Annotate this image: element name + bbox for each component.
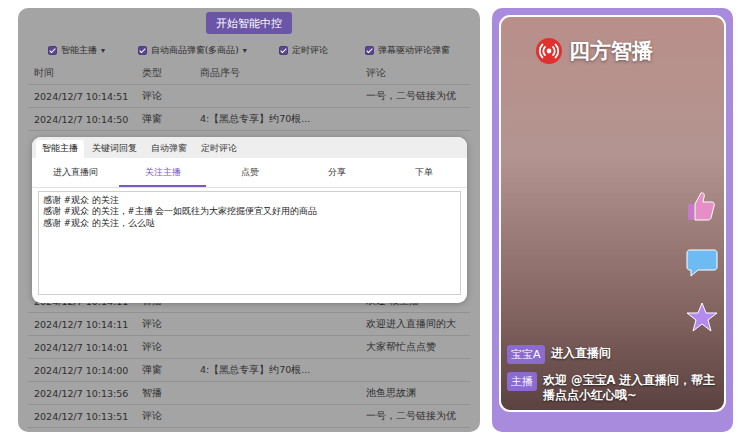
reply-line: 感谢 #观众 的关注 — [43, 195, 456, 206]
user-tag: 主播 — [507, 372, 537, 391]
column-header: 商品序号 — [200, 67, 366, 80]
table-cell: 一号，二号链接为优 — [366, 90, 470, 103]
dialog-tab[interactable]: 自动弹窗 — [145, 140, 193, 158]
event-tab[interactable]: 关注主播 — [119, 158, 206, 187]
logo: 四方智播 — [535, 37, 653, 65]
chat-message: 宝宝A 进入直播间 — [507, 345, 718, 364]
table-row[interactable]: 2024/12/7 10:14:01评论 大家帮忙点点赞 — [28, 336, 470, 359]
option-label: 弹幕驱动评论弹窗 — [378, 44, 450, 57]
table-cell: 2024/12/7 10:13:56 — [34, 388, 142, 399]
table-cell: 评论 — [142, 90, 200, 103]
column-header: 时间 — [34, 67, 142, 80]
dialog-tab[interactable]: 定时评论 — [195, 140, 243, 158]
checkbox[interactable] — [279, 46, 288, 55]
table-cell: 欢迎进入直播间的大 — [366, 318, 470, 331]
thumbs-up-icon — [686, 189, 716, 223]
broadcast-icon — [535, 37, 563, 65]
column-header: 评论 — [366, 67, 470, 80]
table-cell: 2024/12/7 10:14:11 — [34, 319, 142, 330]
table-row[interactable]: 2024/12/7 10:13:56智播 池鱼思故渊 — [28, 382, 470, 405]
toolbar: 开始智能中控 — [18, 8, 480, 34]
chat-messages: 宝宝A进入直播间主播欢迎 @宝宝A 进入直播间，帮主播点点小红心哦~ — [507, 345, 718, 402]
table-cell: 2024/12/7 10:14:50 — [34, 114, 142, 125]
table-cell: 4:【黑总专享】约70根... — [200, 113, 366, 126]
reply-line: 感谢 #观众 的关注，么么哒 — [43, 218, 456, 229]
reply-line: 感谢 #观众 的关注，#主播 会一如既往为大家挖掘便宜又好用的商品 — [43, 206, 456, 217]
table-header: 时间类型商品序号评论 — [28, 63, 470, 85]
table-row[interactable]: 2024/12/7 10:14:50弹窗4:【黑总专享】约70根... — [28, 108, 470, 131]
table-cell: 评论 — [142, 341, 200, 354]
checkbox[interactable] — [48, 46, 57, 55]
table-cell: 大家帮忙点点赞 — [366, 341, 470, 354]
table-cell: 智播 — [142, 387, 200, 400]
settings-dialog: 智能主播关键词回复自动弹窗定时评论进入直播间关注主播点赞分享下单感谢 #观众 的… — [32, 137, 467, 303]
dialog-tab[interactable]: 智能主播 — [36, 140, 84, 158]
column-header: 类型 — [142, 67, 200, 80]
logo-text: 四方智播 — [569, 37, 653, 65]
dropdown-arrow-icon[interactable]: ▾ — [243, 46, 247, 55]
start-button[interactable]: 开始智能中控 — [206, 12, 292, 34]
table-cell: 2024/12/7 10:14:01 — [34, 342, 142, 353]
table-cell: 4:【黑总专享】约70根... — [200, 364, 366, 377]
reply-editor[interactable]: 感谢 #观众 的关注感谢 #观众 的关注，#主播 会一如既往为大家挖掘便宜又好用… — [38, 191, 461, 295]
table-cell: 评论 — [142, 318, 200, 331]
option-label: 自动商品弹窗(多商品) — [151, 44, 239, 57]
checkbox[interactable] — [365, 46, 374, 55]
table-cell: 一号，二号链接为优 — [366, 410, 470, 423]
console-panel: 开始智能中控智能主播 ▾ 自动商品弹窗(多商品) ▾ 定时评论 弹幕驱动评论弹窗时间类型商… — [18, 8, 480, 432]
option-label: 智能主播 — [61, 44, 97, 57]
message-text: 欢迎 @宝宝A 进入直播间，帮主播点点小红心哦~ — [543, 372, 718, 402]
event-tab[interactable]: 下单 — [380, 158, 467, 187]
dropdown-arrow-icon[interactable]: ▾ — [101, 46, 105, 55]
table-row[interactable]: 2024/12/7 10:13:51评论 一号，二号链接为优 — [28, 405, 470, 428]
option-checkbox[interactable]: 定时评论 — [279, 44, 332, 57]
dialog-tabs: 智能主播关键词回复自动弹窗定时评论 — [32, 137, 467, 158]
event-tab[interactable]: 进入直播间 — [32, 158, 119, 187]
table-row[interactable]: 2024/12/7 10:14:00弹窗4:【黑总专享】约70根... — [28, 359, 470, 382]
table-row[interactable]: 2024/12/7 10:14:11评论 欢迎进入直播间的大 — [28, 313, 470, 336]
message-text: 进入直播间 — [551, 345, 611, 360]
side-icons — [686, 189, 718, 333]
table-cell: 2024/12/7 10:14:51 — [34, 91, 142, 102]
option-checkbox[interactable]: 智能主播 ▾ — [48, 44, 105, 57]
option-checkbox[interactable]: 自动商品弹窗(多商品) ▾ — [138, 44, 247, 57]
checkbox[interactable] — [138, 46, 147, 55]
option-checkbox[interactable]: 弹幕驱动评论弹窗 — [365, 44, 454, 57]
table-cell: 2024/12/7 10:14:00 — [34, 365, 142, 376]
table-cell: 评论 — [142, 410, 200, 423]
dialog-tab[interactable]: 关键词回复 — [86, 140, 143, 158]
preview-panel: 四方智播宝宝A进入直播间主播欢迎 @宝宝A 进入直播间，帮主播点点小红心哦~ — [492, 8, 733, 432]
table-cell: 弹窗 — [142, 364, 200, 377]
star-icon — [686, 301, 718, 333]
event-tabs: 进入直播间关注主播点赞分享下单 — [32, 158, 467, 188]
user-tag: 宝宝A — [507, 345, 545, 364]
table-cell: 池鱼思故渊 — [366, 387, 470, 400]
live-photo: 四方智播宝宝A进入直播间主播欢迎 @宝宝A 进入直播间，帮主播点点小红心哦~ — [499, 15, 726, 412]
chat-bubble-icon — [686, 247, 718, 277]
table-row[interactable]: 2024/12/7 10:14:51评论 一号，二号链接为优 — [28, 85, 470, 108]
options-bar: 智能主播 ▾ 自动商品弹窗(多商品) ▾ 定时评论 弹幕驱动评论弹窗 — [18, 34, 480, 63]
chat-message: 主播欢迎 @宝宝A 进入直播间，帮主播点点小红心哦~ — [507, 372, 718, 402]
event-tab[interactable]: 点赞 — [206, 158, 293, 187]
table-cell: 2024/12/7 10:13:51 — [34, 411, 142, 422]
table-cell: 弹窗 — [142, 113, 200, 126]
event-tab[interactable]: 分享 — [293, 158, 380, 187]
option-label: 定时评论 — [292, 44, 328, 57]
